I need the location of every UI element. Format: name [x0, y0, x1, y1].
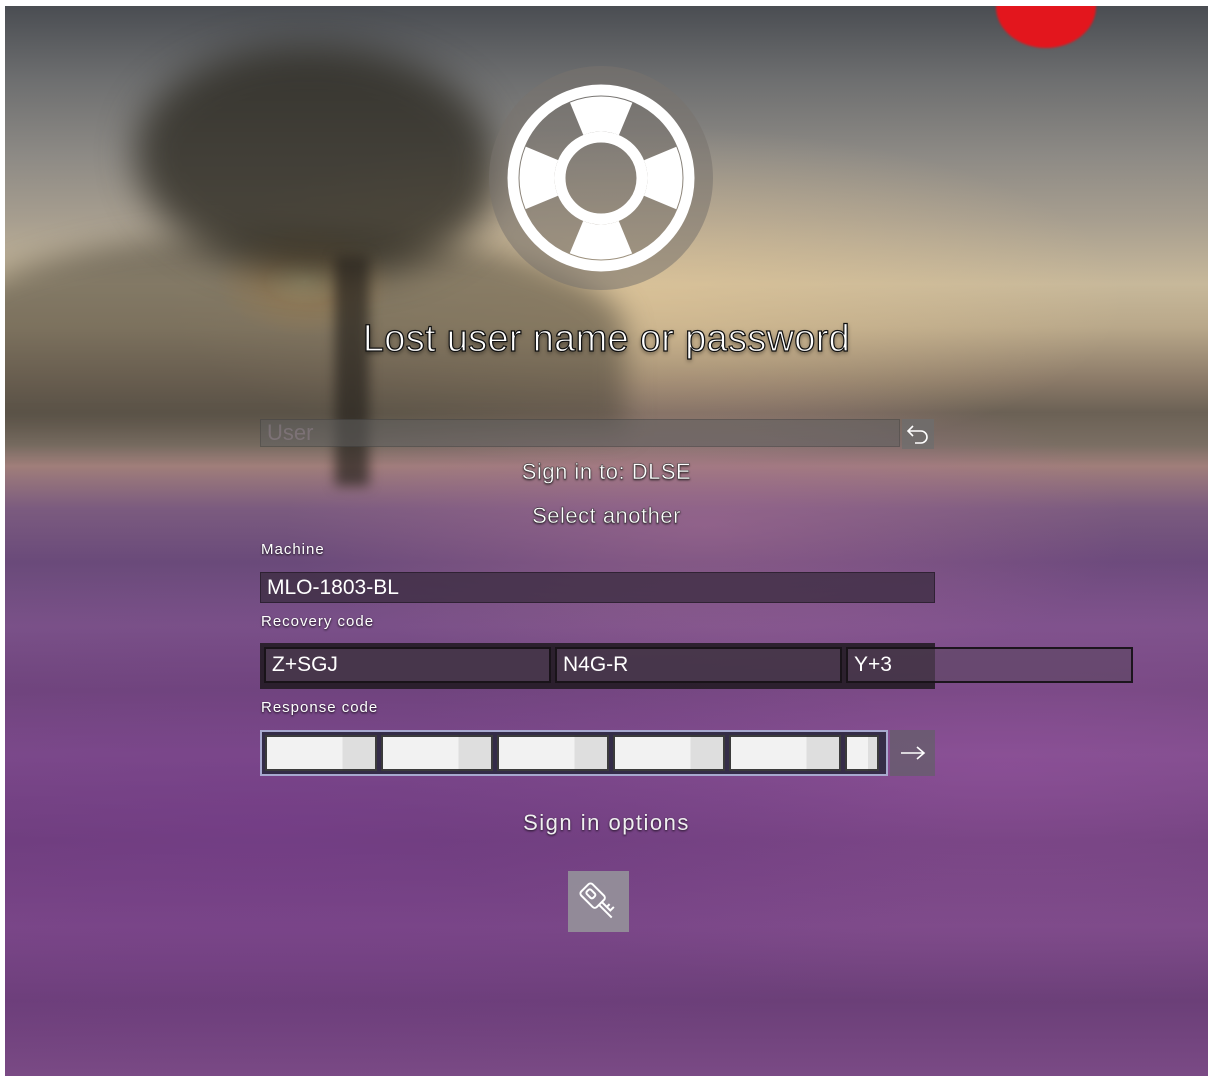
- recovery-code-segment[interactable]: [264, 647, 551, 683]
- recovery-code-label: Recovery code: [261, 613, 375, 630]
- response-code-segment[interactable]: [613, 735, 725, 771]
- response-code-group: [260, 730, 888, 776]
- user-row: [260, 419, 935, 449]
- user-input[interactable]: [260, 419, 900, 447]
- machine-field[interactable]: [260, 572, 935, 603]
- submit-button[interactable]: [890, 730, 935, 776]
- response-code-segment[interactable]: [845, 735, 879, 771]
- response-code-segment[interactable]: [381, 735, 493, 771]
- machine-label: Machine: [261, 541, 325, 558]
- background-tree-trunk: [335, 256, 369, 486]
- lifebuoy-icon: [488, 65, 714, 291]
- recovery-code-group: [260, 643, 1133, 689]
- response-code-segment[interactable]: [729, 735, 841, 771]
- key-sign-in-option-button[interactable]: [568, 871, 629, 932]
- recovery-code-segment[interactable]: [846, 647, 1133, 683]
- back-button[interactable]: [902, 419, 934, 449]
- recovery-code-segment[interactable]: [555, 647, 842, 683]
- corner-logo: [996, 6, 1096, 48]
- page-title: Lost user name or password: [362, 317, 851, 360]
- key-icon: [578, 881, 615, 918]
- lock-screen-background: Lost user name or password Sign in to: D…: [5, 6, 1208, 1076]
- response-code-segment[interactable]: [497, 735, 609, 771]
- select-another-link[interactable]: Select another: [5, 503, 1208, 529]
- sign-in-options-link[interactable]: Sign in options: [5, 810, 1208, 836]
- sign-in-target: Sign in to: DLSE: [521, 459, 692, 484]
- response-code-segment[interactable]: [265, 735, 377, 771]
- arrow-right-icon: [900, 746, 925, 760]
- back-arrow-icon: [906, 425, 928, 444]
- response-code-label: Response code: [261, 699, 379, 716]
